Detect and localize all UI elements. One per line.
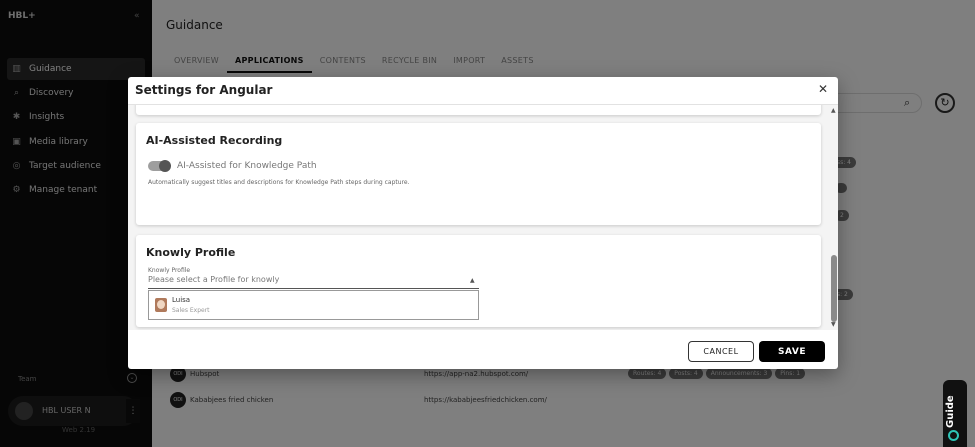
- field-label: Knowly Profile: [148, 267, 191, 274]
- dialog-scroll-area[interactable]: AI-Assisted Recording AI-Assisted for Kn…: [128, 105, 838, 330]
- toggle-label: AI-Assisted for Knowledge Path: [177, 161, 317, 171]
- settings-dialog: Settings for Angular ✕ AI-Assisted Recor…: [128, 77, 838, 369]
- guide-circle-icon: [948, 430, 959, 441]
- scroll-up-icon[interactable]: ▲: [831, 107, 836, 114]
- cancel-button[interactable]: CANCEL: [688, 341, 754, 362]
- select-placeholder: Please select a Profile for knowly: [148, 275, 280, 284]
- profile-option[interactable]: Luisa Sales Expert: [148, 290, 479, 320]
- guide-label: Guide: [945, 395, 956, 429]
- close-icon[interactable]: ✕: [818, 82, 828, 96]
- knowly-profile-select[interactable]: Please select a Profile for knowly ▲: [148, 275, 479, 289]
- section-heading: Knowly Profile: [146, 246, 236, 259]
- scrollbar[interactable]: ▲ ▼: [830, 105, 838, 330]
- ai-assist-toggle[interactable]: [148, 160, 171, 172]
- caret-up-icon: ▲: [470, 277, 475, 284]
- ai-recording-card: AI-Assisted Recording AI-Assisted for Kn…: [136, 123, 821, 225]
- dialog-title: Settings for Angular: [135, 83, 273, 97]
- section-heading: AI-Assisted Recording: [146, 134, 283, 147]
- helper-text: Automatically suggest titles and descrip…: [148, 179, 410, 186]
- option-name: Luisa: [172, 296, 191, 304]
- scrollbar-thumb[interactable]: [831, 255, 837, 322]
- avatar: [155, 298, 167, 312]
- option-role: Sales Expert: [172, 307, 210, 314]
- save-button[interactable]: SAVE: [759, 341, 825, 362]
- scroll-down-icon[interactable]: ▼: [831, 321, 836, 328]
- previous-section-card: [136, 105, 821, 115]
- knowly-profile-card: Knowly Profile Knowly Profile Please sel…: [136, 235, 821, 327]
- toggle-knob: [159, 160, 171, 172]
